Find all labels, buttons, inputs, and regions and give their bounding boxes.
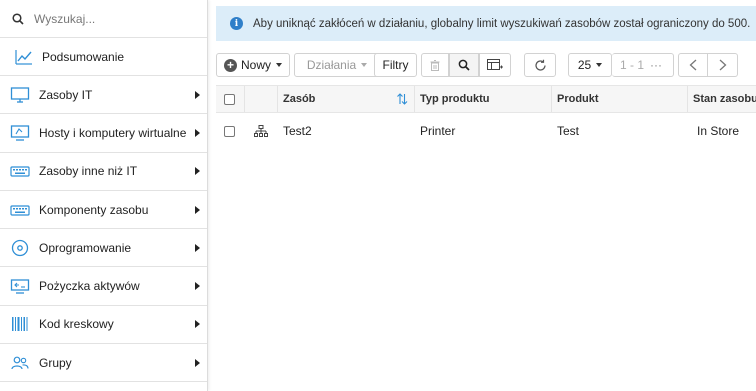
sidebar-item-label: Zasoby IT bbox=[39, 87, 93, 102]
sidebar-item-summary[interactable]: Podsumowanie bbox=[0, 38, 207, 76]
table-header: Zasób Typ produktu Produkt Stan zasobu bbox=[216, 85, 756, 113]
cell-product-type: Printer bbox=[420, 124, 456, 138]
sidebar-item-software[interactable]: Oprogramowanie bbox=[0, 229, 207, 268]
sidebar-item-groups[interactable]: Grupy bbox=[0, 344, 207, 383]
chevron-left-icon bbox=[689, 59, 697, 71]
column-header-product-type[interactable]: Typ produktu bbox=[420, 86, 550, 112]
column-divider bbox=[551, 86, 552, 112]
column-header-label: Stan zasobu bbox=[693, 93, 756, 105]
refresh-icon bbox=[534, 59, 546, 71]
select-all-cell bbox=[216, 86, 242, 112]
column-divider bbox=[244, 86, 245, 112]
caret-down-icon bbox=[596, 63, 603, 67]
info-icon: i bbox=[230, 17, 243, 30]
barcode-icon bbox=[10, 315, 30, 333]
search-icon bbox=[458, 59, 470, 71]
sidebar-item-label: Grupy bbox=[39, 355, 72, 370]
table-row[interactable]: Test2 Printer Test In Store bbox=[216, 113, 756, 149]
table-columns-icon bbox=[487, 59, 503, 70]
sort-icon[interactable] bbox=[396, 92, 408, 106]
delete-button[interactable] bbox=[421, 53, 449, 77]
loan-icon bbox=[10, 277, 30, 295]
chevron-right-icon bbox=[195, 128, 200, 137]
cell-product: Test bbox=[557, 124, 580, 138]
actions-button-label: Działania bbox=[306, 58, 357, 72]
users-icon bbox=[10, 354, 30, 372]
sidebar-item-label: Pożyczka aktywów bbox=[39, 279, 140, 294]
sidebar-item-it-assets[interactable]: Zasoby IT bbox=[0, 76, 207, 115]
chevron-right-icon bbox=[195, 90, 200, 99]
caret-down-icon bbox=[276, 63, 282, 67]
virtual-host-icon bbox=[10, 124, 30, 142]
chevron-right-icon bbox=[719, 59, 726, 71]
search-button[interactable] bbox=[449, 53, 479, 77]
component-keyboard-icon bbox=[10, 201, 30, 219]
sidebar: Podsumowanie Zasoby IT Hosty i komputery… bbox=[0, 0, 208, 391]
row-select-cell bbox=[216, 113, 242, 149]
column-header-label: Produkt bbox=[557, 93, 599, 105]
sidebar-item-components[interactable]: Komponenty zasobu bbox=[0, 191, 207, 230]
page-size-select[interactable]: 25 bbox=[568, 53, 612, 77]
sidebar-item-label: Oprogramowanie bbox=[39, 240, 132, 255]
monitor-icon bbox=[10, 86, 30, 104]
next-page-button[interactable] bbox=[708, 53, 738, 77]
sidebar-item-hosts[interactable]: Hosty i komputery wirtualne bbox=[0, 114, 207, 153]
refresh-button[interactable] bbox=[524, 53, 556, 77]
column-divider bbox=[687, 86, 688, 112]
column-divider bbox=[277, 86, 278, 112]
disc-icon bbox=[10, 239, 30, 257]
select-all-checkbox[interactable] bbox=[223, 93, 235, 105]
chevron-right-icon bbox=[195, 167, 200, 176]
new-button[interactable]: + Nowy bbox=[216, 53, 290, 77]
sidebar-summary-label: Podsumowanie bbox=[42, 49, 125, 64]
toolbar: + Nowy Działania Filtry 25 1 - 1 ··· bbox=[216, 53, 756, 77]
column-divider bbox=[414, 86, 415, 112]
column-header-label: Zasób bbox=[283, 93, 316, 105]
chevron-right-icon bbox=[195, 243, 200, 252]
page-size-value: 25 bbox=[577, 58, 592, 72]
search-icon bbox=[12, 12, 24, 25]
sidebar-item-barcode[interactable]: Kod kreskowy bbox=[0, 306, 207, 345]
row-checkbox[interactable] bbox=[223, 125, 235, 137]
plus-icon: + bbox=[223, 58, 237, 72]
column-header-asset[interactable]: Zasób bbox=[283, 86, 410, 112]
row-icon-cell bbox=[250, 113, 272, 149]
sidebar-item-label: Kod kreskowy bbox=[39, 317, 114, 332]
cell-asset[interactable]: Test2 bbox=[283, 113, 312, 149]
search-box[interactable] bbox=[0, 0, 207, 38]
page-range-text: 1 - 1 bbox=[620, 58, 645, 72]
chevron-right-icon bbox=[195, 320, 200, 329]
network-hierarchy-icon bbox=[254, 124, 268, 137]
actions-button[interactable]: Działania bbox=[294, 53, 380, 77]
main-content: i Aby uniknąć zakłóceń w działaniu, glob… bbox=[216, 0, 756, 391]
caret-down-icon bbox=[361, 63, 368, 67]
sidebar-item-label: Komponenty zasobu bbox=[39, 202, 149, 217]
page-range: 1 - 1 ··· bbox=[612, 53, 674, 77]
new-button-label: Nowy bbox=[240, 58, 271, 72]
more-indicator: ··· bbox=[650, 58, 663, 72]
sidebar-item-label: Zasoby inne niż IT bbox=[39, 164, 138, 179]
chart-icon bbox=[14, 48, 34, 66]
column-header-label: Typ produktu bbox=[420, 93, 490, 105]
column-header-product[interactable]: Produkt bbox=[557, 86, 685, 112]
trash-icon bbox=[430, 59, 440, 71]
cell-asset-state: In Store bbox=[697, 124, 740, 138]
info-banner: i Aby uniknąć zakłóceń w działaniu, glob… bbox=[216, 6, 756, 41]
filters-button[interactable]: Filtry bbox=[374, 53, 417, 77]
search-input[interactable] bbox=[34, 11, 184, 26]
sidebar-item-label: Hosty i komputery wirtualne bbox=[39, 125, 187, 140]
filters-button-label: Filtry bbox=[382, 58, 409, 72]
chevron-right-icon bbox=[195, 358, 200, 367]
keyboard-icon bbox=[10, 162, 30, 180]
sidebar-item-non-it-assets[interactable]: Zasoby inne niż IT bbox=[0, 153, 207, 191]
info-banner-text: Aby uniknąć zakłóceń w działaniu, global… bbox=[253, 17, 751, 30]
chevron-right-icon bbox=[195, 282, 200, 291]
columns-button[interactable] bbox=[479, 53, 511, 77]
chevron-right-icon bbox=[195, 205, 200, 214]
column-header-asset-state[interactable]: Stan zasobu bbox=[693, 86, 756, 112]
previous-page-button[interactable] bbox=[678, 53, 708, 77]
sidebar-item-asset-loan[interactable]: Pożyczka aktywów bbox=[0, 267, 207, 306]
